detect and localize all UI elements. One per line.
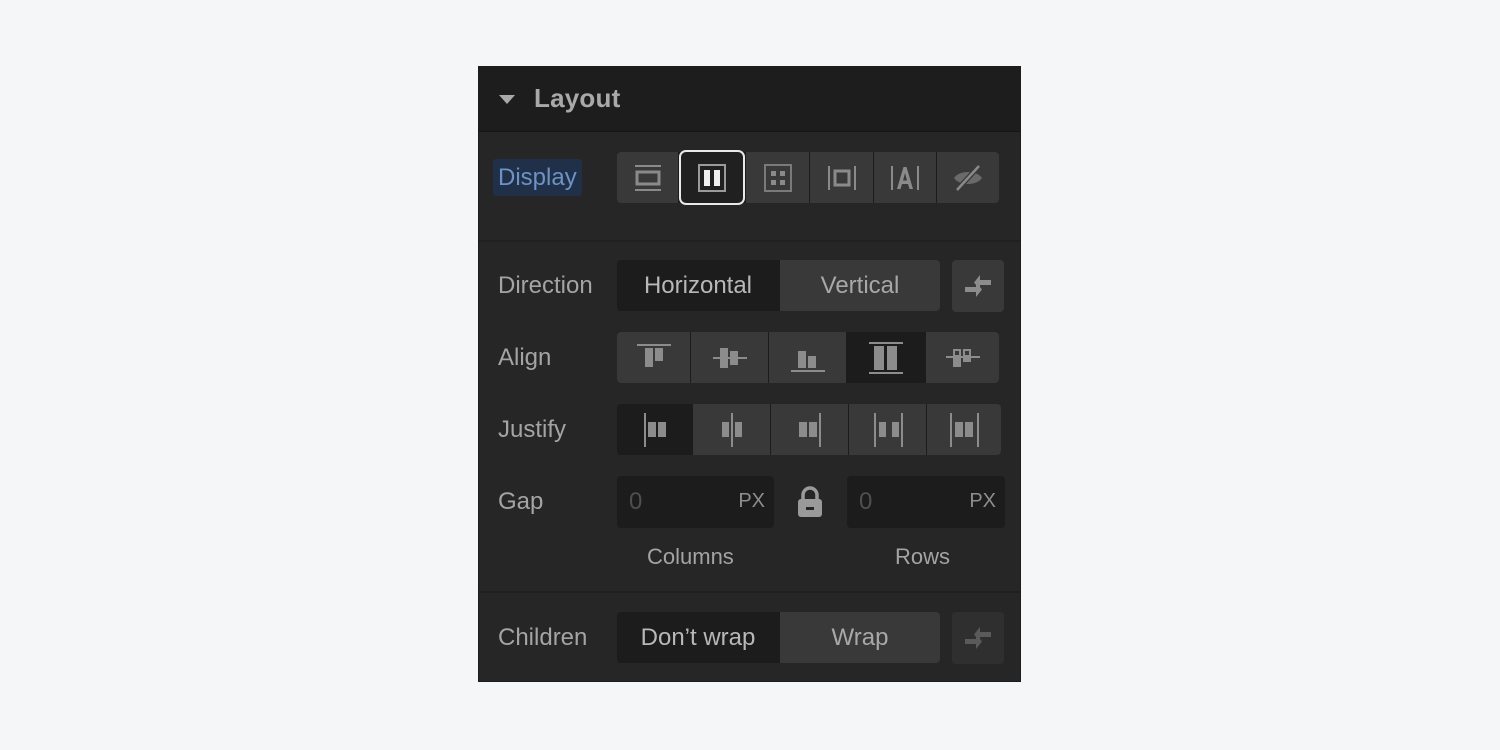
display-block-icon (633, 163, 663, 193)
direction-label: Direction (498, 272, 593, 299)
display-inline-block-button[interactable] (810, 152, 873, 203)
gap-rows-input[interactable]: 0 PX (847, 476, 1005, 528)
display-flex-button[interactable] (679, 150, 745, 205)
justify-end-icon (790, 410, 830, 450)
display-label[interactable]: Display (493, 159, 582, 196)
justify-space-around-icon (944, 410, 984, 450)
gap-label: Gap (498, 488, 544, 515)
justify-space-around-button[interactable] (927, 404, 1001, 455)
section-divider (479, 240, 1020, 242)
children-dont-wrap-label: Don’t wrap (640, 623, 756, 651)
children-dont-wrap-button[interactable]: Don’t wrap (617, 612, 779, 663)
children-wrap-label: Wrap (831, 623, 889, 651)
justify-start-icon (635, 410, 675, 450)
align-end-icon (788, 341, 828, 375)
align-baseline-icon (943, 341, 983, 375)
gap-columns-label: Columns (647, 544, 734, 569)
justify-center-button[interactable] (693, 404, 770, 455)
direction-horizontal-label: Horizontal (643, 271, 753, 299)
panel-title: Layout (534, 83, 621, 113)
align-start-icon (634, 341, 674, 375)
display-button-group (617, 150, 999, 205)
direction-vertical-button[interactable]: Vertical (780, 260, 940, 311)
justify-end-button[interactable] (771, 404, 848, 455)
gap-rows-label: Rows (895, 544, 951, 569)
layout-panel: Layout Display Direction Horizontal Vert… (478, 66, 1021, 682)
display-flex-icon (697, 163, 727, 193)
display-inline-button[interactable] (874, 152, 936, 203)
lock-icon (797, 485, 823, 519)
direction-horizontal-button[interactable]: Horizontal (617, 260, 779, 311)
align-button-group (617, 332, 999, 383)
gap-columns-input[interactable]: 0 PX (617, 476, 774, 528)
justify-space-between-icon (868, 410, 908, 450)
align-stretch-button[interactable] (847, 332, 925, 383)
layout-panel-header[interactable]: Layout (479, 67, 1020, 132)
align-end-button[interactable] (769, 332, 846, 383)
display-block-button[interactable] (617, 152, 678, 203)
align-center-button[interactable] (691, 332, 768, 383)
justify-label: Justify (498, 416, 567, 443)
children-reverse-button[interactable] (952, 612, 1004, 664)
align-stretch-icon (866, 340, 906, 376)
gap-rows-value[interactable]: 0 (859, 488, 872, 516)
justify-start-button[interactable] (617, 404, 692, 455)
align-center-icon (710, 341, 750, 375)
direction-toggle: Horizontal Vertical (617, 260, 940, 311)
children-wrap-button[interactable]: Wrap (780, 612, 940, 663)
display-inline-block-icon (827, 163, 857, 193)
display-grid-button[interactable] (746, 152, 809, 203)
justify-space-between-button[interactable] (849, 404, 926, 455)
gap-columns-unit[interactable]: PX (738, 490, 765, 513)
align-start-button[interactable] (617, 332, 690, 383)
display-inline-icon (890, 163, 920, 193)
align-baseline-button[interactable] (926, 332, 999, 383)
display-none-icon (952, 163, 984, 193)
reverse-arrows-icon (961, 621, 995, 655)
children-label: Children (498, 624, 588, 651)
direction-vertical-label: Vertical (820, 271, 900, 299)
gap-lock-button[interactable] (797, 485, 823, 519)
display-grid-icon (763, 163, 793, 193)
caret-down-icon[interactable] (499, 95, 515, 104)
display-none-button[interactable] (937, 152, 999, 203)
children-wrap-toggle: Don’t wrap Wrap (617, 612, 940, 663)
reverse-arrows-icon (961, 269, 995, 303)
gap-columns-value[interactable]: 0 (629, 488, 642, 516)
justify-center-icon (712, 410, 752, 450)
section-divider (479, 591, 1020, 593)
align-label: Align (498, 344, 552, 371)
justify-button-group (617, 404, 1001, 455)
direction-reverse-button[interactable] (952, 260, 1004, 312)
gap-rows-unit[interactable]: PX (969, 490, 996, 513)
